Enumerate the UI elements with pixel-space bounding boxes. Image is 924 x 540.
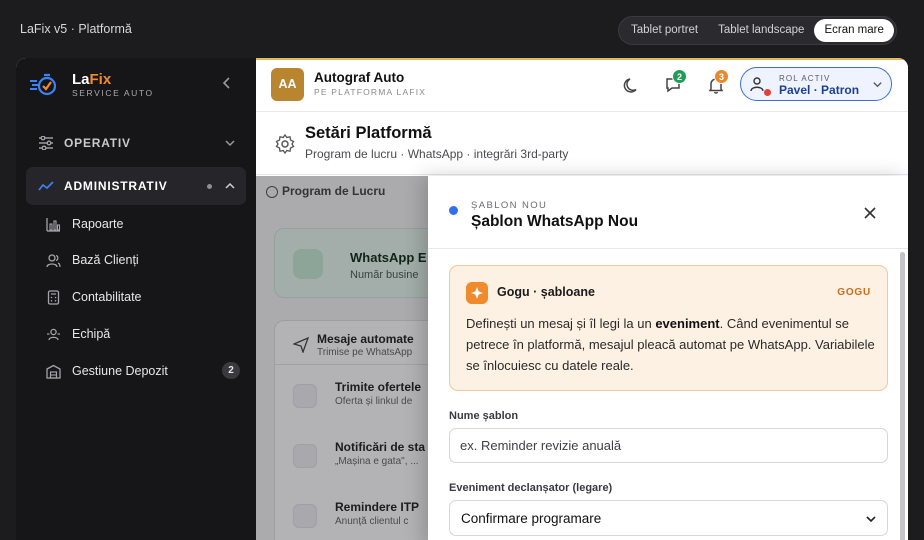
template-name-label: Nume șablon <box>449 410 519 422</box>
sidebar-item-rapoarte[interactable]: Rapoarte <box>42 209 240 239</box>
role-label: ROL ACTIV <box>779 74 831 83</box>
viewport-large-screen-button[interactable]: Ecran mare <box>814 19 894 42</box>
collapse-sidebar-chevron-icon[interactable] <box>218 74 236 92</box>
chevron-down-icon <box>225 140 235 147</box>
brand-name: LaFix <box>72 71 112 88</box>
sidebar: LaFix SERVICE AUTO OPERATIV ADMINISTRATI… <box>16 58 256 540</box>
nav-section-label: ADMINISTRATIV <box>64 179 168 193</box>
sidebar-item-label: Echipă <box>72 327 111 341</box>
nav-section-label: OPERATIV <box>64 136 131 150</box>
users-icon <box>46 254 61 268</box>
sparkle-icon <box>466 282 488 304</box>
nav-section-administrativ[interactable]: ADMINISTRATIV <box>26 167 246 205</box>
trigger-event-label: Eveniment declanșator (legare) <box>449 482 613 494</box>
viewport-tablet-portrait-button[interactable]: Tablet portret <box>621 19 708 42</box>
info-text: Definești un mesaj și îl legi la un even… <box>466 316 875 373</box>
moon-icon[interactable] <box>621 75 643 97</box>
status-dot <box>763 88 772 97</box>
viewport-tablet-landscape-button[interactable]: Tablet landscape <box>708 19 814 42</box>
sidebar-item-echipa[interactable]: Echipă <box>42 319 240 349</box>
role-name: Pavel · Patron <box>779 83 860 97</box>
gear-icon <box>275 133 295 155</box>
company-name: Autograf Auto <box>314 70 405 85</box>
new-template-panel: ȘABLON NOU Șablon WhatsApp Nou Gogu · șa… <box>428 176 908 540</box>
page-header: Setări Platformă Program de lucru · What… <box>256 113 908 175</box>
info-title: Gogu · șabloane <box>497 285 595 299</box>
nav-section-operativ[interactable]: OPERATIV <box>26 124 246 162</box>
active-dot-indicator <box>207 184 212 189</box>
divider <box>428 248 908 249</box>
trend-line-icon <box>38 181 54 191</box>
status-dot <box>449 206 458 215</box>
company-subtitle: PE PLATFORMA LAFIX <box>314 87 427 97</box>
app-title: LaFix v5 · Platformă <box>20 22 132 36</box>
header: AA Autograf Auto PE PLATFORMA LAFIX 2 3 <box>256 60 908 112</box>
sidebar-item-label: Rapoarte <box>72 217 124 231</box>
chevron-up-icon <box>225 182 235 189</box>
calculator-icon <box>47 290 60 305</box>
main-area: AA Autograf Auto PE PLATFORMA LAFIX 2 3 <box>256 58 908 540</box>
chevron-down-icon <box>873 82 882 88</box>
page-title: Setări Platformă <box>305 124 432 142</box>
template-name-input[interactable] <box>449 428 888 463</box>
sidebar-item-label: Contabilitate <box>72 290 142 304</box>
brand-subtitle: SERVICE AUTO <box>72 88 154 98</box>
app-frame: LaFix SERVICE AUTO OPERATIV ADMINISTRATI… <box>16 58 908 540</box>
sidebar-item-gestiune-depozit[interactable]: Gestiune Depozit 2 <box>42 356 240 386</box>
select-value: Confirmare programare <box>461 511 602 526</box>
sidebar-item-baza-clienti[interactable]: Bază Clienți <box>42 245 240 275</box>
bar-chart-icon <box>46 218 61 232</box>
sidebar-item-contabilitate[interactable]: Contabilitate <box>42 282 240 312</box>
sliders-icon <box>39 136 53 150</box>
close-icon[interactable] <box>863 206 877 220</box>
messages-badge: 2 <box>672 69 687 84</box>
scrollbar[interactable] <box>900 252 905 540</box>
panel-kicker: ȘABLON NOU <box>471 200 548 211</box>
panel-title: Șablon WhatsApp Nou <box>471 213 639 230</box>
info-tag: GOGU <box>837 287 871 298</box>
active-role-switcher[interactable]: ROL ACTIV Pavel · Patron <box>740 67 892 101</box>
company-avatar[interactable]: AA <box>271 68 304 101</box>
gogu-info-box: Gogu · șabloane GOGU Definești un mesaj … <box>449 265 888 391</box>
sidebar-item-label: Bază Clienți <box>72 253 139 267</box>
trigger-event-select[interactable]: Confirmare programare <box>449 500 888 536</box>
sidebar-item-label: Gestiune Depozit <box>72 364 168 378</box>
stopwatch-logo-icon <box>30 73 57 96</box>
top-bar: LaFix v5 · Platformă Tablet portret Tabl… <box>0 0 924 58</box>
team-icon <box>47 328 60 341</box>
page-subtitle: Program de lucru · WhatsApp · integrări … <box>305 147 569 161</box>
viewport-switch: Tablet portret Tablet landscape Ecran ma… <box>618 16 897 45</box>
warehouse-icon <box>46 364 61 379</box>
count-badge: 2 <box>222 362 240 379</box>
notifications-badge: 3 <box>714 69 729 84</box>
chevron-down-icon <box>866 516 876 523</box>
